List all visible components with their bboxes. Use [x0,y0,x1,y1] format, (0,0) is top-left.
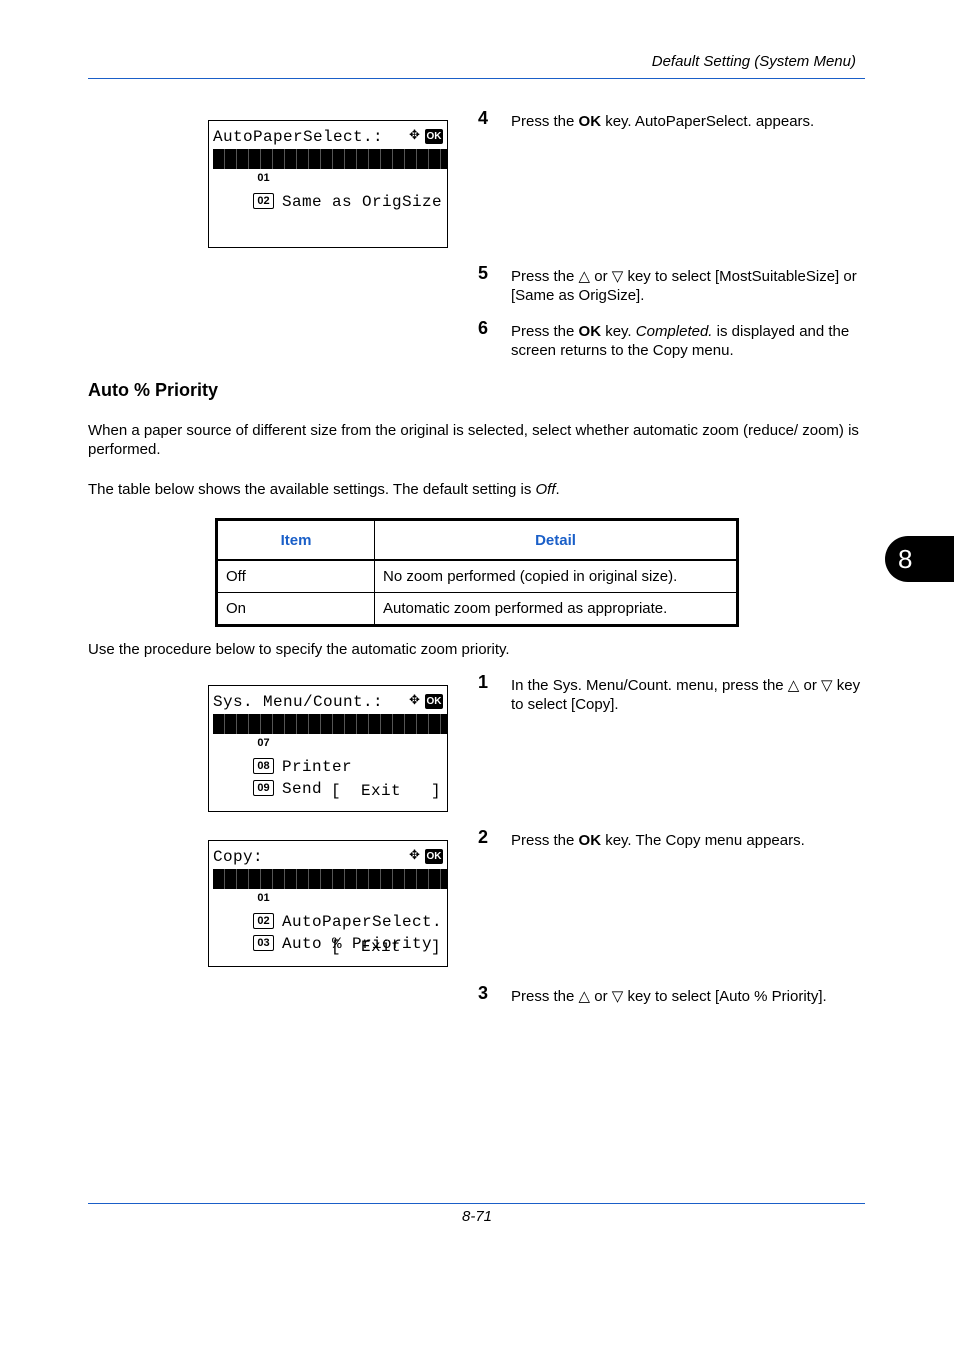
step-number: 4 [478,108,489,128]
procedure-intro: Use the procedure below to specify the a… [88,641,510,658]
lcd-item-label: Same as OrigSize [282,193,443,211]
default-value: Off [535,481,556,498]
table-row: On Automatic zoom performed as appropria… [216,592,738,626]
step-text: Press the [511,113,579,130]
lcd-menu-item: 02 Same as OrigSize [213,172,447,211]
lcd-menu-item-selected: 07 Copy [213,714,447,753]
running-header: Default Setting (System Menu) [651,53,856,70]
section-intro: When a paper source of different size fr… [88,422,859,458]
step-6: 6 Press the OK key. Completed. is displa… [478,318,868,360]
lcd-item-label: Send [282,780,323,798]
cell-detail: No zoom performed (copied in original si… [374,559,738,593]
cell-item: On [216,592,375,626]
cell-detail: Automatic zoom performed as appropriate. [374,592,738,626]
step-5: 5 Press the △ or ▽ key to select [MostSu… [478,263,868,305]
column-header-detail: Detail [374,519,738,561]
item-number-badge: 02 [253,193,275,209]
lcd-menu-item: 09 Send [213,759,447,798]
lcd-menu-item: 02 AutoPaperSelect. [213,892,447,931]
step-3: 3 Press the △ or ▽ key to select [Auto %… [478,983,868,1006]
lcd-softkey-exit: [ Exit ] [330,782,441,800]
lcd-softkey-exit: [ Exit ] [330,938,441,956]
lcd-menu-item-selected: 01 Paper Selection [213,869,447,908]
chapter-number: 8 [898,543,913,574]
step-2: 2 Press the OK key. The Copy menu appear… [478,827,868,850]
ok-key-icon: OK [425,694,443,709]
navigation-arrows-icon: ✥ [409,691,420,710]
table-intro-text: The table below shows the available sett… [88,481,536,498]
section-title: Auto % Priority [88,380,219,400]
ok-key-label: OK [578,113,602,130]
cell-item: Off [216,559,375,593]
ok-key-icon: OK [425,129,443,144]
step-text: Press the △ or ▽ key to select [MostSuit… [511,268,857,304]
step-number: 5 [478,263,489,283]
column-header-item: Item [216,519,375,561]
settings-table: Item Detail Off No zoom performed (copie… [215,518,739,627]
item-number-badge: 03 [253,935,275,951]
lcd-menu-item: 08 Printer [213,737,447,776]
lcd-copy-menu: Copy: ✥ OK 01 Paper Selection 02 AutoPaper… [208,840,448,967]
step-text: key. The Copy menu appears. [601,832,805,849]
step-number: 6 [478,318,489,338]
chapter-tab: 8 [885,536,954,582]
lcd-autopaperselect: AutoPaperSelect.: ✥ OK 01 *MostSuitableSi… [208,120,448,248]
lcd-menu-item-selected: 01 *MostSuitableSize [213,149,447,188]
lcd-sys-menu: Sys. Menu/Count.: ✥ OK 07 Copy 08 Printer … [208,685,448,812]
step-text: key. AutoPaperSelect. appears. [601,113,815,130]
step-number: 3 [478,983,489,1003]
item-number-badge: 09 [253,780,275,796]
navigation-arrows-icon: ✥ [409,846,420,865]
ok-key-label: OK [578,832,602,849]
ok-key-icon: OK [425,849,443,864]
step-1: 1 In the Sys. Menu/Count. menu, press th… [478,672,868,714]
table-intro-text: . [555,481,560,498]
completed-message: Completed. [635,323,713,340]
table-header-row: Item Detail [216,519,738,561]
step-text: Press the △ or ▽ key to select [Auto % P… [511,988,827,1005]
step-text: Press the [511,832,579,849]
table-intro: The table below shows the available sett… [88,480,868,499]
step-4: 4 Press the OK key. AutoPaperSelect. app… [478,108,868,131]
lcd-menu-item: 03 Auto % Priority [213,914,447,953]
step-number: 1 [478,672,489,692]
step-text: Press the [511,323,579,340]
footer-rule [88,1203,865,1204]
ok-key-label: OK [578,323,602,340]
step-number: 2 [478,827,489,847]
step-text: In the Sys. Menu/Count. menu, press the … [511,677,861,713]
page-number: 8-71 [461,1208,493,1225]
navigation-arrows-icon: ✥ [409,126,420,145]
table-row: Off No zoom performed (copied in origina… [216,559,738,593]
header-rule [88,78,865,79]
step-text: key. [601,323,636,340]
